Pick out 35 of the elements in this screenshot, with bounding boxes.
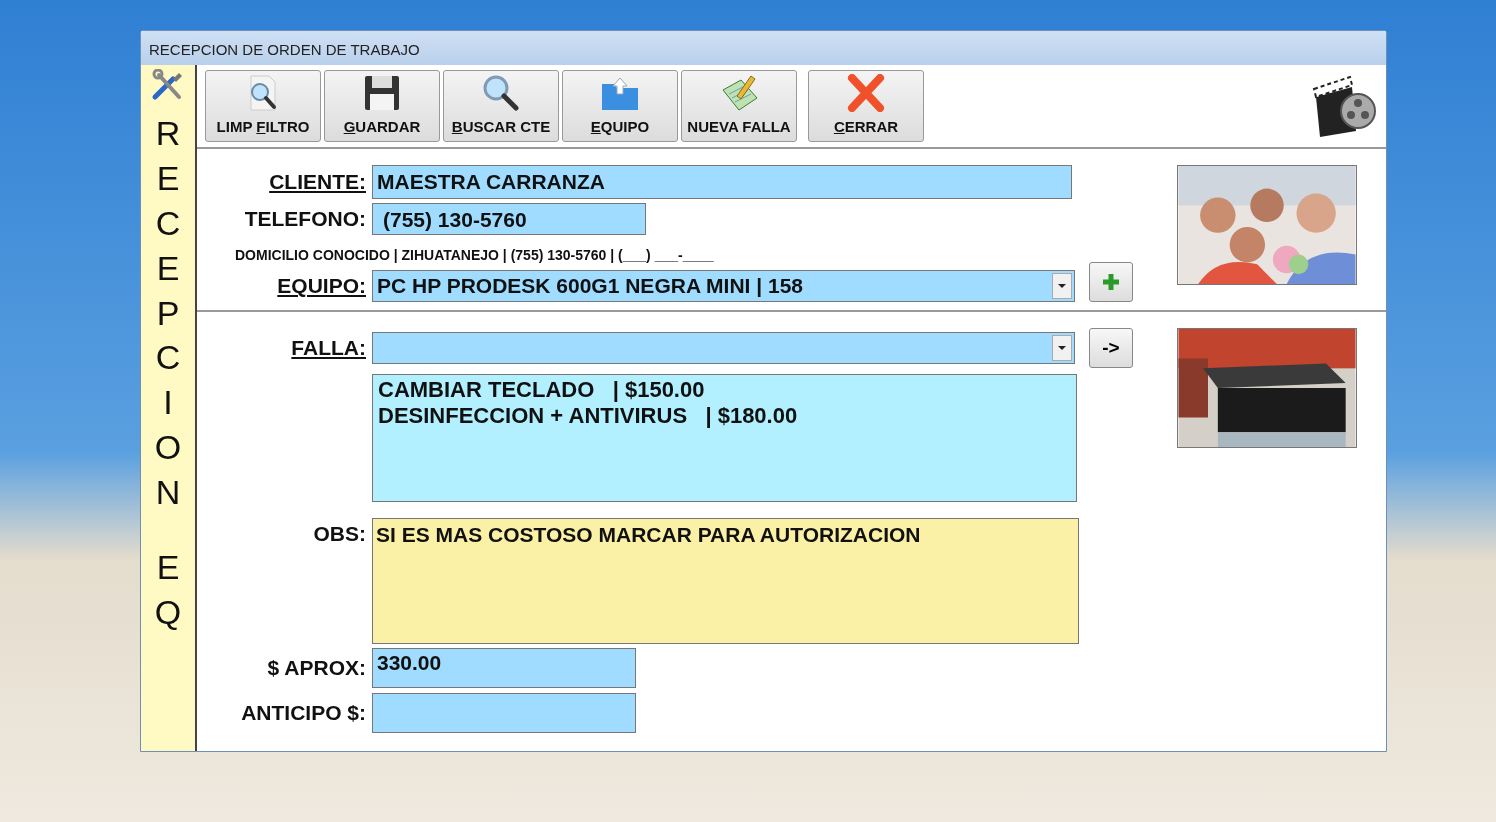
address-text: DOMICILIO CONOCIDO | ZIHUATANEJO | (755) 130-5760 | (___) ___-____ xyxy=(235,246,715,265)
vertical-title: EQ xyxy=(154,546,182,633)
arrow-button[interactable]: -> xyxy=(1089,328,1133,368)
field-label: ANTICIPO $: xyxy=(240,700,367,727)
search-icon xyxy=(481,73,521,112)
list-item[interactable]: DESINFECCION + ANTIVIRUS | $180.00 xyxy=(378,402,1071,429)
field-label: EQUIPO: xyxy=(276,273,367,300)
close-button[interactable]: CERRAR xyxy=(808,70,924,142)
text-area[interactable]: SI ES MAS COSTOSO MARCAR PARA AUTORIZACION xyxy=(372,518,1079,644)
floppy-icon xyxy=(362,73,402,112)
text-field[interactable]: (755) 130-5760 xyxy=(372,203,646,235)
text-field[interactable]: MAESTRA CARRANZA xyxy=(372,165,1072,199)
list-item[interactable]: CAMBIAR TECLADO | $150.00 xyxy=(378,377,1071,403)
close-icon xyxy=(846,73,886,112)
toolbar-button[interactable]: EQUIPO xyxy=(562,70,678,142)
field-label: FALLA: xyxy=(290,335,367,362)
toolbar-button[interactable]: LIMP FILTRO xyxy=(205,70,321,142)
toolbar-button[interactable]: NUEVA FALLA xyxy=(681,70,797,142)
tools-icon xyxy=(151,69,185,103)
text-field[interactable]: 330.00 xyxy=(372,648,636,688)
film-icon xyxy=(1312,73,1378,139)
field-label: $ APROX: xyxy=(266,655,367,682)
toolbar-button[interactable]: GUARDAR xyxy=(324,70,440,142)
vertical-title: RECEPCION xyxy=(154,113,182,513)
field-label: TELEFONO: xyxy=(243,206,367,233)
text-area[interactable]: CAMBIAR TECLADO | $150.00 DESINFECCION + ANTIVIRUS | $180.00 xyxy=(372,374,1077,502)
field-label: OBS: xyxy=(312,521,367,547)
window-title: RECEPCION DE ORDEN DE TRABAJO xyxy=(141,31,1386,65)
toolbar-button[interactable]: BUSCAR CTE xyxy=(443,70,559,142)
dropdown-field[interactable] xyxy=(372,332,1075,364)
add-button[interactable] xyxy=(1089,262,1133,302)
text-field[interactable] xyxy=(372,693,636,733)
dropdown-field[interactable]: PC HP PRODESK 600G1 NEGRA MINI | 158 xyxy=(372,270,1075,302)
field-label: CLIENTE: xyxy=(268,169,367,196)
plus-icon xyxy=(1101,272,1121,292)
